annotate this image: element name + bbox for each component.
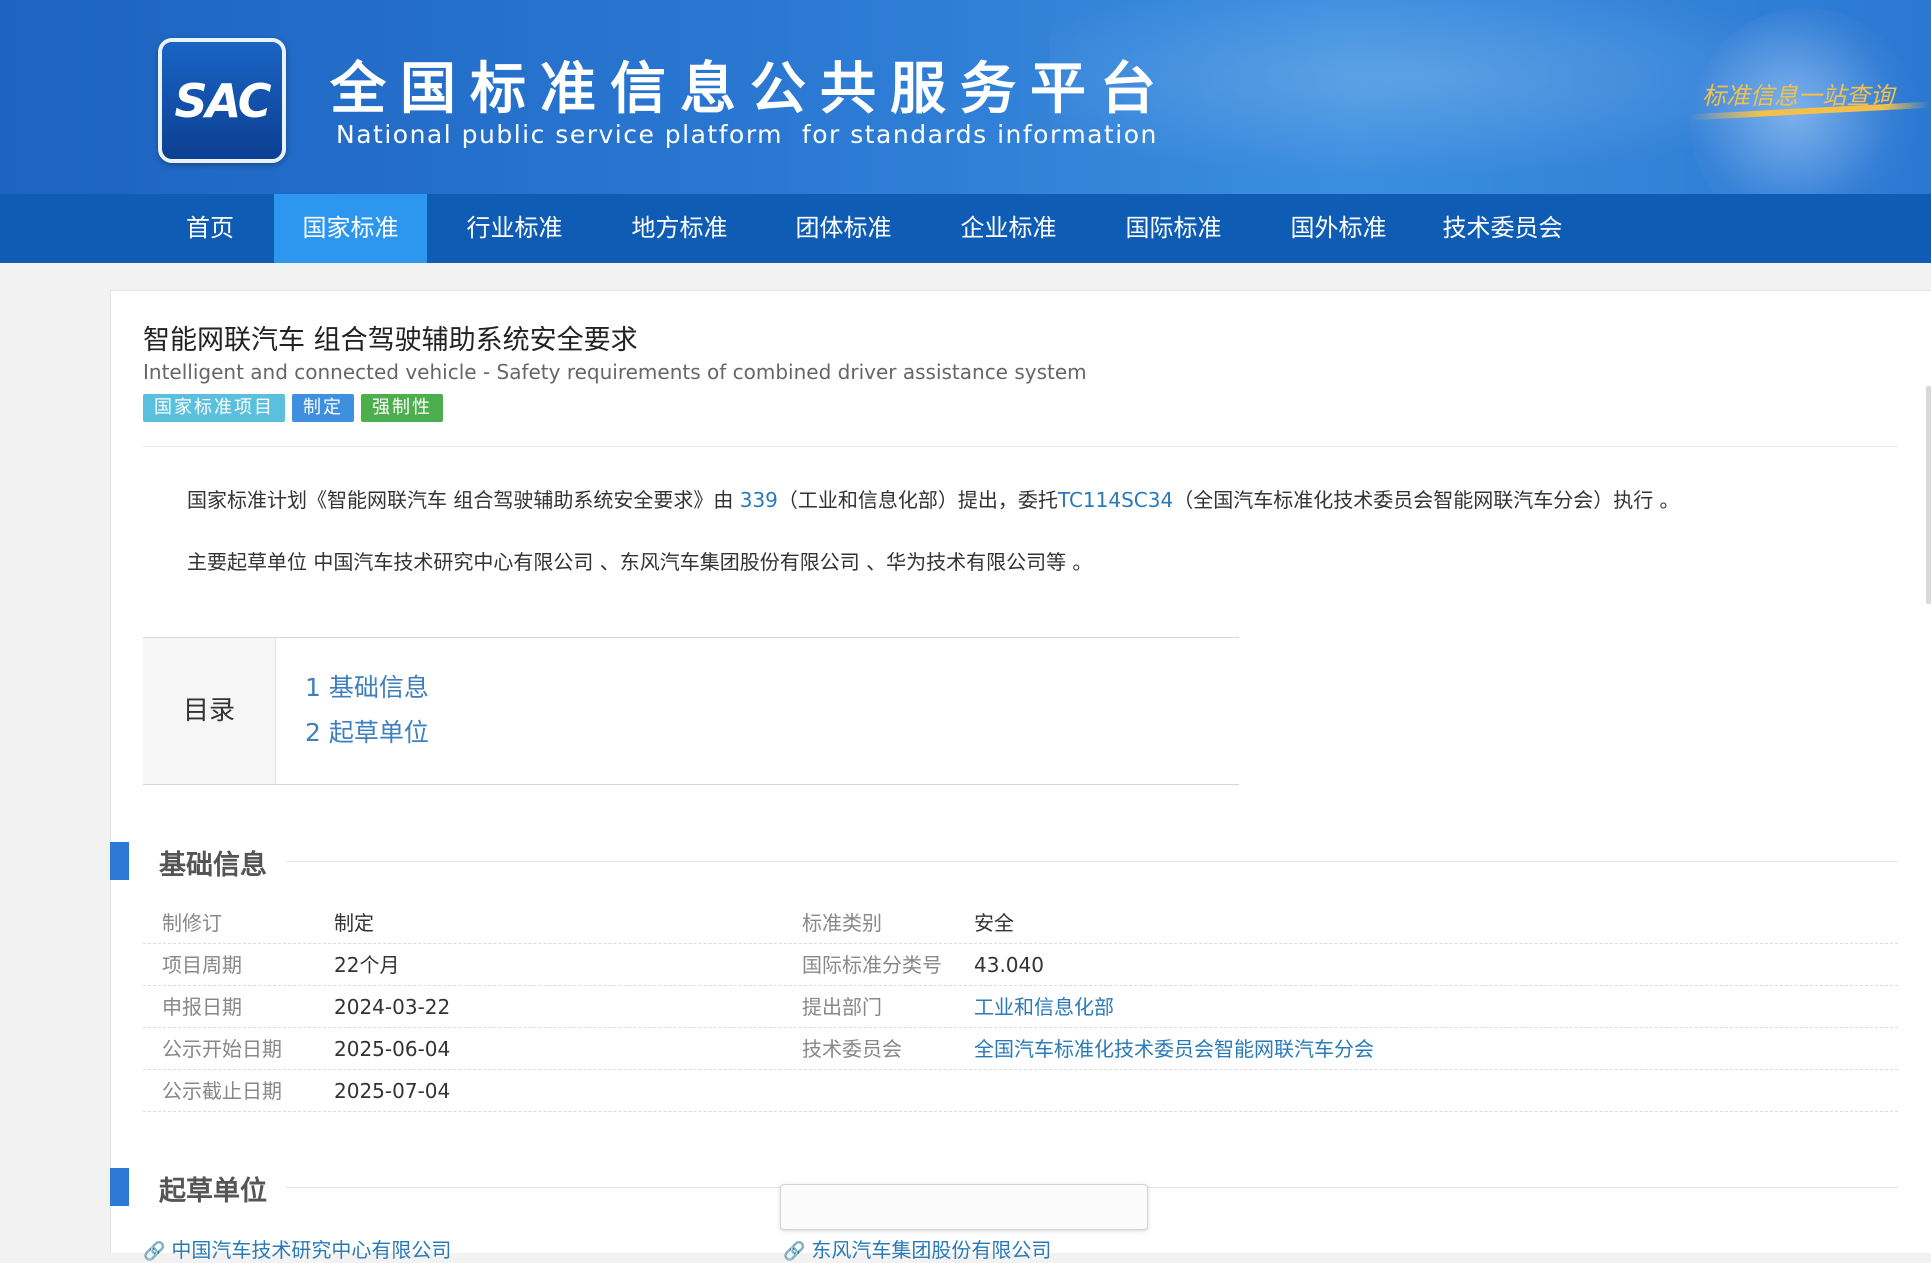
nav-item-industry[interactable]: 行业标准 (438, 194, 591, 263)
desc-text: （全国汽车标准化技术委员会智能网联汽车分会）执行 。 (1173, 488, 1680, 512)
info-label: 申报日期 (162, 995, 242, 1019)
overlay-popup (780, 1184, 1148, 1230)
standard-title: 智能网联汽车 组合驾驶辅助系统安全要求 (143, 325, 638, 356)
info-value: 2025-07-04 (334, 1079, 451, 1103)
nav-item-local[interactable]: 地方标准 (603, 194, 756, 263)
info-row: 制修订 制定 标准类别 安全 (143, 902, 1898, 944)
info-label: 技术委员会 (802, 1037, 902, 1061)
info-value: 2024-03-22 (334, 995, 451, 1019)
info-label: 提出部门 (802, 995, 882, 1019)
section-divider (286, 861, 1898, 862)
slogan: 标准信息一站查询 (1702, 82, 1894, 110)
section-title-drafters: 起草单位 (159, 1176, 267, 1207)
desc-text: 国家标准计划《智能网联汽车 组合驾驶辅助系统安全要求》由 (187, 488, 740, 512)
description-paragraph-2: 主要起草单位 中国汽车技术研究中心有限公司 、东风汽车集团股份有限公司 、华为技… (187, 550, 1093, 574)
section-marker (110, 1168, 129, 1206)
nav-item-group[interactable]: 团体标准 (767, 194, 920, 263)
table-of-contents: 目录 1 基础信息 2 起草单位 (143, 637, 1239, 785)
standard-title-en: Intelligent and connected vehicle - Safe… (143, 360, 1087, 384)
info-row: 项目周期 22个月 国际标准分类号 43.040 (143, 944, 1898, 986)
tag-national-project: 国家标准项目 (143, 394, 285, 422)
committee-link[interactable]: 全国汽车标准化技术委员会智能网联汽车分会 (974, 1028, 1374, 1070)
tag-list: 国家标准项目 制定 强制性 (143, 394, 443, 422)
info-label: 项目周期 (162, 953, 242, 977)
info-label: 公示截止日期 (162, 1079, 282, 1103)
divider (143, 446, 1898, 447)
info-value: 43.040 (974, 953, 1044, 977)
info-label: 制修订 (162, 911, 222, 935)
department-link[interactable]: 工业和信息化部 (974, 986, 1114, 1028)
info-value: 22个月 (334, 953, 400, 977)
sac-logo[interactable]: SAC (158, 38, 286, 163)
header-banner: SAC 全国标准信息公共服务平台 National public service… (0, 0, 1931, 194)
main-nav: 首页 国家标准 行业标准 地方标准 团体标准 企业标准 国际标准 国外标准 技术… (0, 194, 1931, 263)
drafter-link[interactable]: 🔗 中国汽车技术研究中心有限公司 (143, 1234, 451, 1263)
nav-item-foreign[interactable]: 国外标准 (1262, 194, 1415, 263)
link-icon: 🔗 (783, 1241, 806, 1262)
desc-text: （工业和信息化部）提出，委托 (777, 488, 1058, 512)
info-row: 公示开始日期 2025-06-04 技术委员会 全国汽车标准化技术委员会智能网联… (143, 1028, 1898, 1070)
tag-mandatory: 强制性 (361, 394, 443, 422)
info-value: 2025-06-04 (334, 1037, 451, 1061)
info-label: 公示开始日期 (162, 1037, 282, 1061)
info-label: 标准类别 (802, 911, 882, 935)
site-title: 全国标准信息公共服务平台 (330, 57, 1170, 122)
drafter-name: 东风汽车集团股份有限公司 (811, 1238, 1052, 1262)
toc-item-drafters[interactable]: 2 起草单位 (305, 713, 429, 749)
drafter-link[interactable]: 🔗 东风汽车集团股份有限公司 (783, 1234, 1051, 1263)
nav-item-enterprise[interactable]: 企业标准 (932, 194, 1085, 263)
tag-formulate: 制定 (292, 394, 354, 422)
info-row: 公示截止日期 2025-07-04 (143, 1070, 1898, 1112)
nav-item-international[interactable]: 国际标准 (1097, 194, 1250, 263)
info-row: 申报日期 2024-03-22 提出部门 工业和信息化部 (143, 986, 1898, 1028)
dept-code-link[interactable]: 339 (740, 488, 778, 512)
section-title-basic-info: 基础信息 (159, 850, 267, 881)
toc-item-basic-info[interactable]: 1 基础信息 (305, 668, 429, 704)
description-paragraph-1: 国家标准计划《智能网联汽车 组合驾驶辅助系统安全要求》由 339（工业和信息化部… (187, 484, 1680, 513)
logo-text: SAC (174, 73, 271, 128)
nav-item-committee[interactable]: 技术委员会 (1426, 194, 1579, 263)
link-icon: 🔗 (143, 1241, 166, 1262)
scrollbar-thumb[interactable] (1926, 386, 1931, 604)
toc-heading: 目录 (143, 638, 276, 784)
nav-item-home[interactable]: 首页 (148, 194, 272, 263)
committee-code-link[interactable]: TC114SC34 (1058, 488, 1173, 512)
site-subtitle: National public service platform for sta… (336, 120, 1158, 149)
info-label: 国际标准分类号 (802, 953, 942, 977)
drafter-name: 中国汽车技术研究中心有限公司 (171, 1238, 452, 1262)
section-marker (110, 842, 129, 880)
info-value: 制定 (334, 911, 374, 935)
info-value: 安全 (974, 911, 1014, 935)
nav-item-national[interactable]: 国家标准 (274, 194, 427, 263)
